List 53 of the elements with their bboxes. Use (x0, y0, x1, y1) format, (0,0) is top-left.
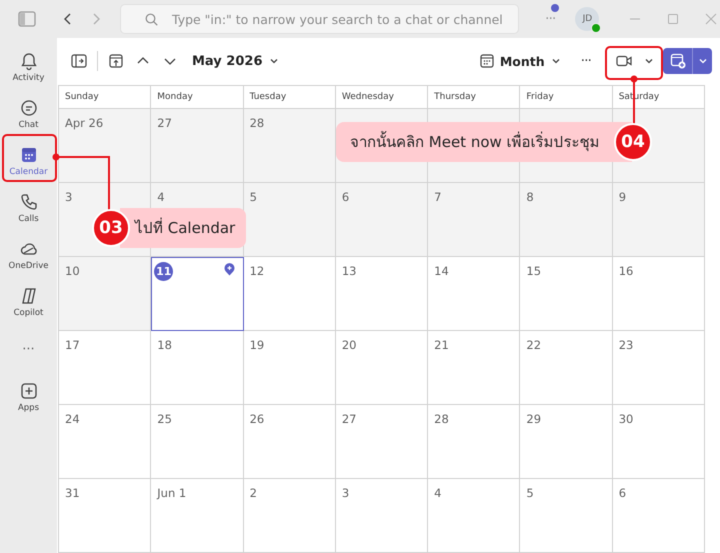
weekday-header: Monday (151, 86, 244, 109)
date-label: 5 (526, 486, 534, 500)
date-label: 14 (434, 264, 449, 278)
date-label: 20 (342, 338, 356, 352)
weekday-header: Friday (520, 86, 613, 109)
date-label: 17 (65, 338, 80, 352)
date-label: 7 (434, 190, 442, 204)
date-label: 2 (250, 486, 257, 500)
step-tooltip: ไปที่ Calendar (120, 208, 246, 248)
date-label: 10 (65, 264, 80, 278)
date-label: 6 (618, 486, 626, 500)
sidebar-label: OneDrive (8, 260, 48, 270)
sidebar-label: Calendar (9, 166, 48, 176)
date-label: 29 (526, 412, 542, 426)
date-label: 4 (157, 190, 165, 204)
weekday-header: Tuesday (244, 86, 336, 109)
weekday-header: Wednesday (336, 86, 428, 109)
date-label: 28 (250, 116, 264, 130)
sidebar-label: Copilot (14, 308, 44, 318)
date-label: 27 (157, 116, 172, 130)
sidebar-label: Activity (12, 72, 44, 82)
date-label: 22 (526, 338, 542, 352)
date-label: 6 (342, 190, 350, 204)
date-label: 21 (434, 338, 449, 352)
date-label: 9 (618, 190, 626, 204)
date-label: 24 (65, 412, 80, 426)
date-label: 8 (526, 190, 534, 204)
date-label: 13 (342, 264, 356, 278)
date-label: 18 (157, 338, 172, 352)
date-label: 28 (434, 412, 449, 426)
date-label: 16 (618, 264, 634, 278)
date-label: 31 (65, 486, 80, 500)
weekday-header: Thursday (428, 86, 520, 109)
today-date-badge: 11 (154, 262, 174, 281)
date-label: Jun 1 (157, 486, 186, 500)
sidebar-label: Chat (18, 120, 38, 130)
sidebar-label: Calls (18, 214, 39, 224)
sidebar-label: Apps (18, 402, 40, 412)
date-label: 19 (250, 338, 264, 352)
date-label: 4 (434, 486, 442, 500)
date-label: 5 (250, 190, 257, 204)
date-label: 25 (157, 412, 172, 426)
date-label: 12 (250, 264, 264, 278)
date-label: 3 (65, 190, 72, 204)
search-placeholder: Type "in:" to narrow your search to a chat or channel (172, 12, 503, 26)
weekday-header: Sunday (59, 86, 152, 109)
date-label: Apr 26 (65, 116, 104, 130)
date-label: 3 (342, 486, 350, 500)
date-label: 27 (342, 412, 356, 426)
date-label: 30 (618, 412, 634, 426)
date-label: 15 (526, 264, 542, 278)
date-label: 23 (618, 338, 634, 352)
date-label: 26 (250, 412, 264, 426)
